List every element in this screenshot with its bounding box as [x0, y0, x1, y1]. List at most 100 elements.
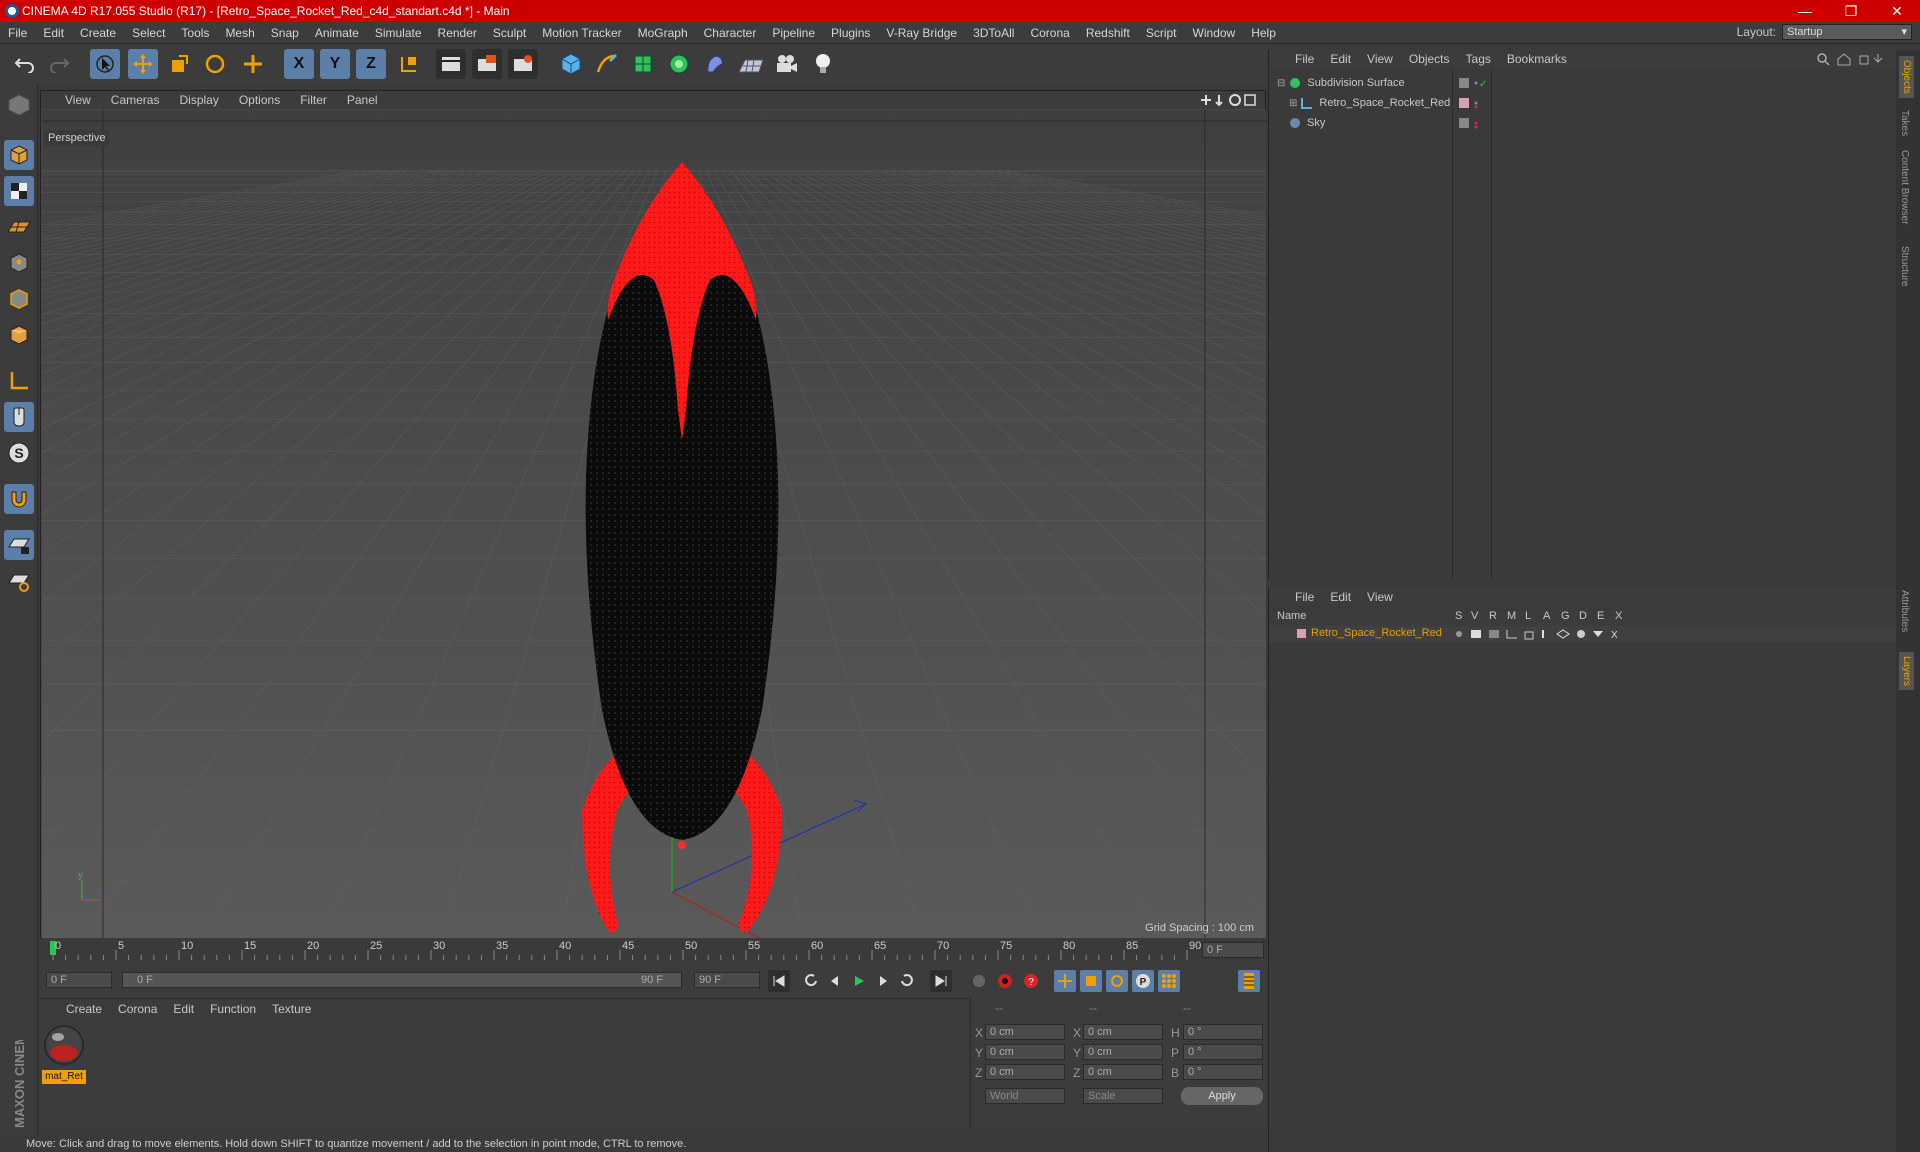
- key-selection-icon[interactable]: [968, 970, 990, 992]
- tab-objects[interactable]: Objects: [1899, 56, 1914, 98]
- menu-render[interactable]: Render: [430, 26, 485, 40]
- redo-button[interactable]: [44, 49, 74, 79]
- collapse-icon[interactable]: ⊟: [1277, 78, 1285, 89]
- tab-attributes[interactable]: Attributes: [1899, 590, 1910, 632]
- select-cursor-icon[interactable]: [90, 49, 120, 79]
- y-axis-button[interactable]: Y: [320, 49, 350, 79]
- coord-system-dropdown[interactable]: World: [985, 1088, 1065, 1104]
- tab-content-browser[interactable]: Content Browser: [1899, 150, 1910, 224]
- size-mode-dropdown[interactable]: Scale: [1083, 1088, 1163, 1104]
- layer-menu-edit[interactable]: Edit: [1322, 590, 1359, 604]
- visibility-toggles[interactable]: ✓: [1457, 76, 1491, 139]
- cube-primitive-icon[interactable]: [556, 49, 586, 79]
- tab-takes[interactable]: Takes: [1899, 110, 1910, 136]
- make-editable-icon[interactable]: [4, 90, 34, 120]
- material-menu-function[interactable]: Function: [202, 1002, 264, 1016]
- menu-sculpt[interactable]: Sculpt: [485, 26, 534, 40]
- menu-corona[interactable]: Corona: [1022, 26, 1077, 40]
- pos-y-field[interactable]: 0 cm: [985, 1044, 1065, 1060]
- next-key-icon[interactable]: [896, 970, 918, 992]
- polygons-mode-icon[interactable]: [4, 320, 34, 350]
- workplane-icon[interactable]: [4, 212, 34, 242]
- maximize-button[interactable]: ❐: [1828, 0, 1874, 22]
- menu-redshift[interactable]: Redshift: [1078, 26, 1138, 40]
- object-sky[interactable]: Sky: [1289, 114, 1325, 132]
- pos-x-field[interactable]: 0 cm: [985, 1024, 1065, 1040]
- floor-icon[interactable]: [736, 49, 766, 79]
- material-menu-create[interactable]: Create: [58, 1002, 110, 1016]
- tab-layers[interactable]: Layers: [1899, 652, 1914, 691]
- key-position-icon[interactable]: [1054, 970, 1076, 992]
- rot-p-field[interactable]: 0 °: [1183, 1044, 1263, 1060]
- light-icon[interactable]: [808, 49, 838, 79]
- viewport-menu-filter[interactable]: Filter: [290, 93, 337, 107]
- obj-menu-edit[interactable]: Edit: [1322, 52, 1359, 66]
- menu-plugins[interactable]: Plugins: [823, 26, 878, 40]
- magnet-icon[interactable]: [4, 484, 34, 514]
- layer-color-swatch[interactable]: [1297, 629, 1306, 638]
- tab-structure[interactable]: Structure: [1899, 246, 1910, 287]
- model-mode-icon[interactable]: [4, 140, 34, 170]
- menu-animate[interactable]: Animate: [307, 26, 367, 40]
- layer-toggle-icons[interactable]: X: [1453, 628, 1633, 640]
- menu-tools[interactable]: Tools: [173, 26, 217, 40]
- menu-create[interactable]: Create: [72, 26, 124, 40]
- menu-help[interactable]: Help: [1243, 26, 1284, 40]
- planar-workplane-icon[interactable]: [4, 566, 34, 596]
- key-pla-icon[interactable]: [1158, 970, 1180, 992]
- viewport-menu-display[interactable]: Display: [169, 93, 228, 107]
- current-frame-field[interactable]: 0 F: [1202, 942, 1264, 958]
- close-button[interactable]: ✕: [1874, 0, 1920, 22]
- points-mode-icon[interactable]: [4, 248, 34, 278]
- menu-script[interactable]: Script: [1138, 26, 1185, 40]
- key-parameter-icon[interactable]: P: [1132, 970, 1154, 992]
- layout-dropdown[interactable]: Startup: [1782, 24, 1912, 40]
- obj-manager-search-icon[interactable]: [1816, 52, 1888, 69]
- menu-pipeline[interactable]: Pipeline: [764, 26, 823, 40]
- menu-edit[interactable]: Edit: [35, 26, 72, 40]
- end-frame-field[interactable]: 90 F: [694, 972, 760, 988]
- tweak-mode-icon[interactable]: [4, 402, 34, 432]
- x-axis-button[interactable]: X: [284, 49, 314, 79]
- live-selection-icon[interactable]: [238, 49, 268, 79]
- menu-motion-tracker[interactable]: Motion Tracker: [534, 26, 629, 40]
- minimize-button[interactable]: —: [1782, 0, 1828, 22]
- menu-3dtoall[interactable]: 3DToAll: [965, 26, 1022, 40]
- obj-menu-tags[interactable]: Tags: [1458, 52, 1499, 66]
- menu-snap[interactable]: Snap: [263, 26, 307, 40]
- snapping-icon[interactable]: S: [4, 438, 34, 468]
- scale-tool-icon[interactable]: [164, 49, 194, 79]
- key-scale-icon[interactable]: [1080, 970, 1102, 992]
- viewport-menu-panel[interactable]: Panel: [337, 93, 388, 107]
- menu-select[interactable]: Select: [124, 26, 173, 40]
- render-view-icon[interactable]: [436, 49, 466, 79]
- menu-vray-bridge[interactable]: V-Ray Bridge: [878, 26, 965, 40]
- play-icon[interactable]: [848, 970, 870, 992]
- size-x-field[interactable]: 0 cm: [1083, 1024, 1163, 1040]
- object-subdivision-surface[interactable]: ⊟ Subdivision Surface: [1277, 74, 1405, 92]
- material-thumbnail[interactable]: mat_Ret: [42, 1023, 86, 1084]
- rotate-tool-icon[interactable]: [200, 49, 230, 79]
- obj-menu-bookmarks[interactable]: Bookmarks: [1499, 52, 1575, 66]
- locked-workplane-icon[interactable]: [4, 530, 34, 560]
- size-z-field[interactable]: 0 cm: [1083, 1064, 1163, 1080]
- material-menu-corona[interactable]: Corona: [110, 1002, 165, 1016]
- next-frame-icon[interactable]: [872, 970, 894, 992]
- pos-z-field[interactable]: 0 cm: [985, 1064, 1065, 1080]
- viewport-nav-icons[interactable]: [1199, 92, 1259, 108]
- perspective-viewport[interactable]: View Cameras Display Options Filter Pane…: [40, 90, 1266, 938]
- obj-menu-file[interactable]: File: [1287, 52, 1322, 66]
- axis-mode-icon[interactable]: [4, 366, 34, 396]
- edges-mode-icon[interactable]: [4, 284, 34, 314]
- rot-h-field[interactable]: 0 °: [1183, 1024, 1263, 1040]
- material-menu-texture[interactable]: Texture: [264, 1002, 319, 1016]
- goto-end-icon[interactable]: [930, 970, 952, 992]
- move-tool-icon[interactable]: [128, 49, 158, 79]
- autokey-icon[interactable]: ?: [1020, 970, 1042, 992]
- apply-button[interactable]: Apply: [1181, 1087, 1263, 1105]
- layer-menu-file[interactable]: File: [1287, 590, 1322, 604]
- cloner-icon[interactable]: [664, 49, 694, 79]
- object-retro-space-rocket-red[interactable]: ⊞ Retro_Space_Rocket_Red: [1289, 94, 1450, 112]
- obj-menu-view[interactable]: View: [1359, 52, 1401, 66]
- menu-character[interactable]: Character: [696, 26, 765, 40]
